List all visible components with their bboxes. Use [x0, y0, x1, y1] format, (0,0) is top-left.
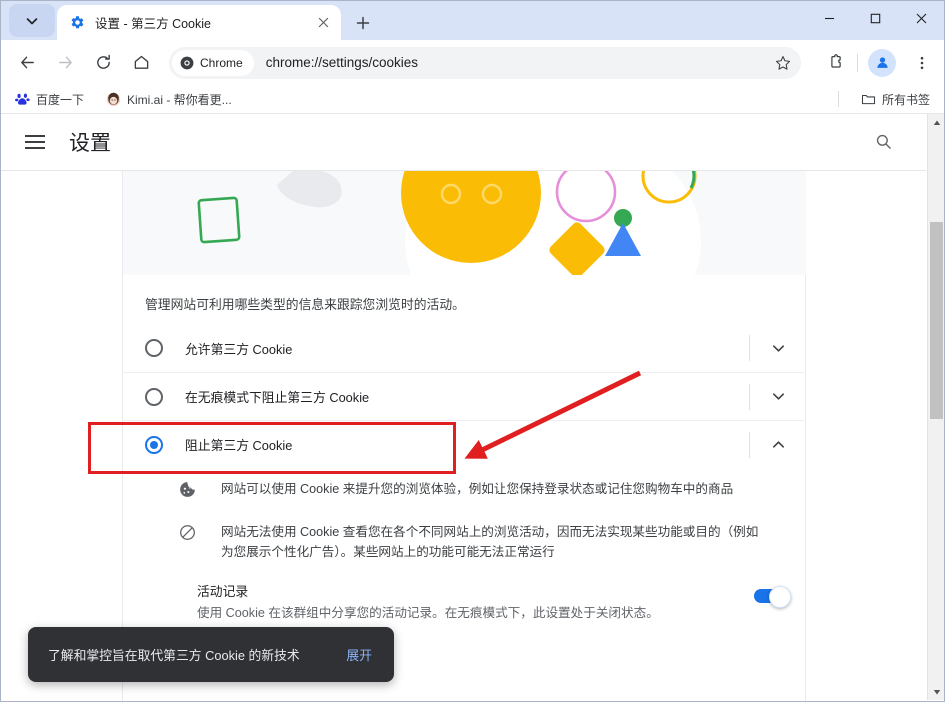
detail-cookie-block: 网站无法使用 Cookie 查看您在各个不同网站上的浏览活动，因而无法实现某些功…	[123, 511, 806, 573]
radio-focus-halo	[138, 428, 170, 461]
maximize-button[interactable]	[852, 2, 898, 35]
baidu-icon	[15, 93, 30, 105]
third-party-cookies-card: 管理网站可利用哪些类型的信息来跟踪您浏览时的活动。 允许第三方 Cookie 在…	[123, 171, 806, 701]
tab-settings[interactable]: 设置 - 第三方 Cookie	[57, 5, 341, 40]
activity-toggle[interactable]	[754, 585, 791, 608]
bookmarks-bar: 百度一下 Kimi.ai - 帮你看更... 所有书签	[1, 85, 944, 114]
all-bookmarks-button[interactable]: 所有书签	[853, 88, 938, 111]
arrow-right-icon	[58, 56, 72, 69]
minimize-icon	[824, 17, 834, 20]
settings-sidebar	[1, 171, 123, 701]
plus-icon	[356, 16, 370, 30]
main-menu-icon[interactable]	[25, 128, 53, 156]
browser-window: 设置 - 第三方 Cookie Chrome chrome://settings…	[0, 0, 945, 702]
kimi-icon	[106, 92, 121, 106]
radio-allow[interactable]	[145, 339, 163, 358]
close-icon	[318, 17, 328, 28]
maximize-icon	[870, 13, 880, 24]
chrome-origin-chip: Chrome	[172, 49, 254, 76]
browser-toolbar: Chrome chrome://settings/cookies	[1, 40, 944, 85]
bookmark-item[interactable]: 百度一下	[7, 88, 92, 111]
url-text: chrome://settings/cookies	[265, 55, 419, 70]
triangle-down-icon	[933, 689, 940, 694]
vertical-scrollbar[interactable]	[927, 114, 944, 700]
activity-text-block: 活动记录 使用 Cookie 在该群组中分享您的活动记录。在无痕模式下，此设置处…	[197, 581, 740, 624]
toolbar-divider	[857, 53, 858, 72]
card-body: 管理网站可利用哪些类型的信息来跟踪您浏览时的活动。 允许第三方 Cookie 在…	[123, 275, 806, 640]
all-bookmarks-label: 所有书签	[881, 92, 930, 107]
intro-text: 管理网站可利用哪些类型的信息来跟踪您浏览时的活动。	[145, 297, 465, 312]
bookmark-label: Kimi.ai - 帮你看更...	[127, 92, 232, 107]
all-bookmarks-section: 所有书签	[837, 88, 944, 111]
detail-text: 网站可以使用 Cookie 来提升您的浏览体验，例如让您保持登录状态或记住您购物…	[221, 482, 734, 497]
bookmarks-divider	[837, 91, 839, 107]
browser-menu-button[interactable]	[906, 47, 938, 79]
new-tab-button[interactable]	[349, 9, 377, 37]
toast-expand-button[interactable]: 展开	[346, 645, 372, 664]
folder-icon	[861, 94, 876, 104]
profile-avatar[interactable]	[868, 48, 896, 77]
option-label: 在无痕模式下阻止第三方 Cookie	[185, 390, 370, 406]
gear-icon	[69, 15, 85, 31]
home-button[interactable]	[125, 47, 157, 79]
settings-content: 管理网站可利用哪些类型的信息来跟踪您浏览时的活动。 允许第三方 Cookie 在…	[1, 170, 926, 701]
chrome-icon	[180, 56, 194, 69]
close-window-button[interactable]	[898, 2, 944, 35]
chrome-chip-label: Chrome	[200, 55, 243, 70]
tab-strip: 设置 - 第三方 Cookie	[1, 1, 944, 40]
more-vertical-icon	[920, 56, 924, 69]
chevron-down-icon[interactable]	[750, 373, 806, 421]
radio-block[interactable]	[138, 428, 170, 461]
option-allow-third-party-cookies[interactable]: 允许第三方 Cookie	[123, 324, 806, 372]
address-bar[interactable]: Chrome chrome://settings/cookies	[169, 46, 801, 79]
bookmark-star-icon[interactable]	[769, 49, 797, 77]
triangle-up-icon	[933, 120, 940, 125]
minimize-button[interactable]	[806, 2, 852, 35]
option-label: 阻止第三方 Cookie	[185, 438, 293, 454]
window-controls	[806, 2, 944, 35]
search-icon[interactable]	[868, 127, 898, 157]
block-icon	[175, 524, 199, 544]
scroll-up-button[interactable]	[928, 114, 945, 131]
close-icon	[916, 13, 926, 24]
toolbar-right-actions	[809, 47, 944, 79]
cookies-illustration	[123, 171, 806, 275]
person-icon	[876, 57, 888, 68]
bookmark-label: 百度一下	[36, 92, 85, 107]
cookie-icon	[175, 481, 199, 501]
extensions-button[interactable]	[819, 47, 851, 79]
home-icon	[134, 55, 148, 69]
chevron-down-icon[interactable]	[750, 324, 806, 372]
tab-close-button[interactable]	[311, 11, 335, 35]
extensions-icon	[830, 54, 841, 68]
reload-button[interactable]	[87, 47, 119, 79]
toast-message: 了解和掌控旨在取代第三方 Cookie 的新技术	[48, 648, 300, 663]
radio-block-incognito[interactable]	[145, 387, 163, 406]
detail-text: 网站无法使用 Cookie 查看您在各个不同网站上的浏览活动，因而无法实现某些功…	[221, 525, 759, 560]
option-block-in-incognito[interactable]: 在无痕模式下阻止第三方 Cookie	[123, 372, 806, 420]
reload-icon	[96, 54, 110, 69]
tab-title: 设置 - 第三方 Cookie	[95, 17, 211, 31]
activity-description: 使用 Cookie 在该群组中分享您的活动记录。在无痕模式下，此设置处于关闭状态…	[197, 605, 659, 620]
page-title: 设置	[69, 131, 111, 155]
toast-notification: 了解和掌控旨在取代第三方 Cookie 的新技术 展开	[28, 627, 394, 682]
bookmark-item[interactable]: Kimi.ai - 帮你看更...	[98, 88, 240, 111]
scrollbar-thumb[interactable]	[930, 222, 943, 419]
scroll-down-button[interactable]	[928, 683, 945, 700]
illustration-svg	[123, 171, 806, 275]
tab-search-button[interactable]	[9, 4, 55, 37]
activity-title: 活动记录	[197, 583, 249, 599]
option-label: 允许第三方 Cookie	[185, 341, 293, 357]
detail-cookie-benefit: 网站可以使用 Cookie 来提升您的浏览体验，例如让您保持登录状态或记住您购物…	[123, 468, 806, 511]
forward-button[interactable]	[49, 47, 81, 79]
arrow-left-icon	[20, 56, 34, 69]
option-block-third-party-cookies[interactable]: 阻止第三方 Cookie	[123, 420, 806, 468]
settings-header: 设置	[1, 114, 926, 170]
chevron-up-icon[interactable]	[750, 421, 806, 469]
page-viewport: 设置 管理网站可利用哪些类型的信息来跟踪您浏览时的活动。 允许第三方 Cooki…	[1, 114, 944, 701]
back-button[interactable]	[11, 47, 43, 79]
chevron-down-icon	[26, 17, 38, 24]
